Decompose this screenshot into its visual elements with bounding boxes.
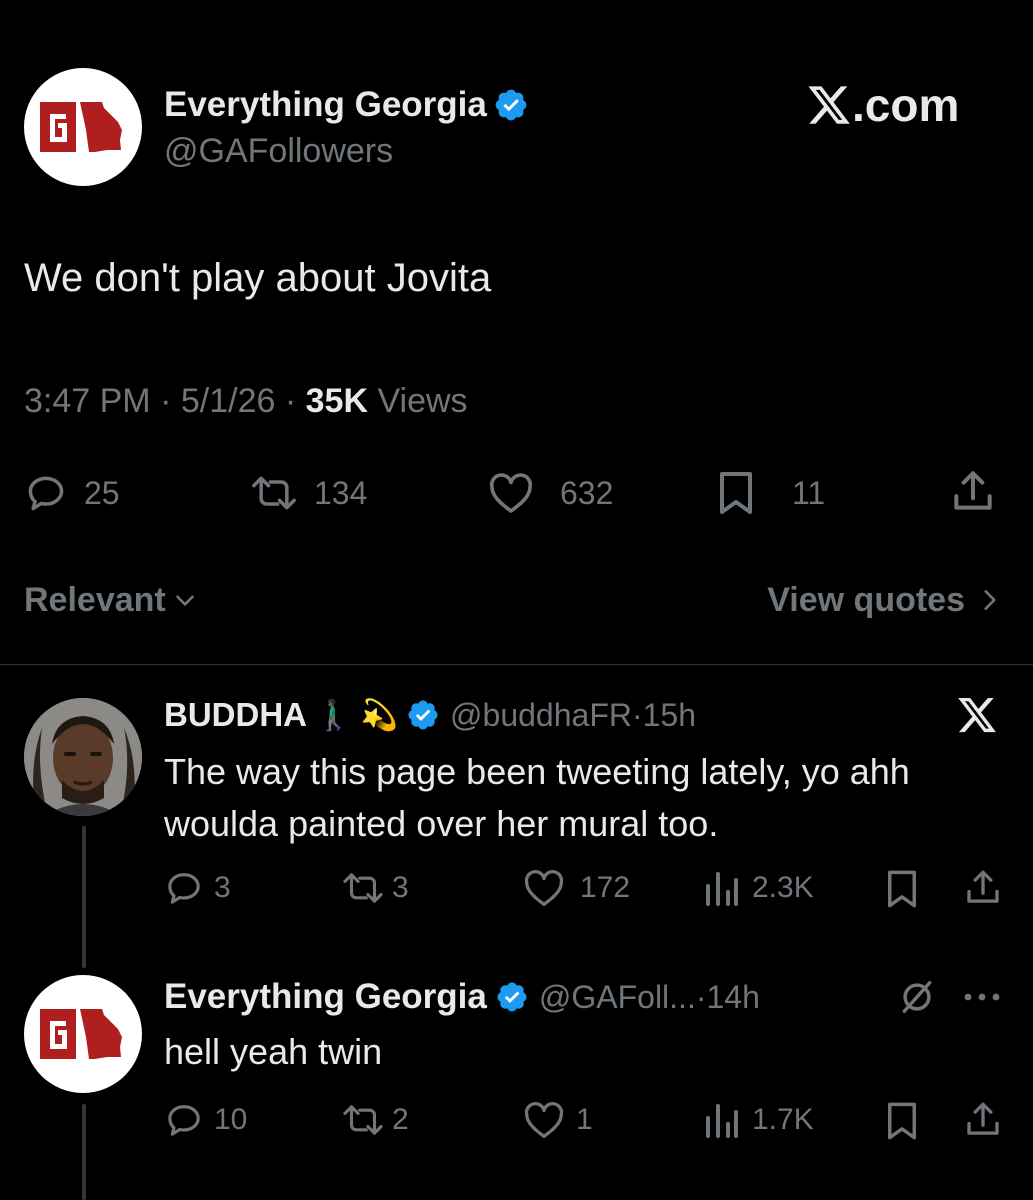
share-icon: [954, 471, 992, 510]
like-icon: [524, 1102, 564, 1138]
display-name[interactable]: BUDDHA: [164, 696, 307, 734]
profile-photo-icon: [24, 698, 142, 816]
separator: ·: [695, 978, 707, 1015]
georgia-logo-icon: [40, 1009, 122, 1059]
views-count: 2.3K: [752, 871, 814, 904]
like-icon: [524, 870, 564, 906]
reply-count: 10: [214, 1103, 248, 1136]
like-count: 632: [560, 474, 614, 511]
thread-line: [82, 826, 86, 968]
reply-handle[interactable]: @GAFoll...: [539, 979, 696, 1016]
repost-button[interactable]: 3: [340, 866, 409, 910]
divider: [0, 664, 1033, 665]
repost-count: 2: [392, 1103, 409, 1136]
share-button[interactable]: [948, 466, 998, 518]
georgia-logo-icon: [40, 102, 122, 152]
bookmark-icon[interactable]: [884, 868, 920, 910]
verified-badge-icon: [495, 89, 527, 121]
like-count: 172: [580, 871, 631, 904]
repost-button[interactable]: 134: [248, 468, 367, 518]
repost-button[interactable]: 2: [340, 1098, 409, 1142]
reply-avatar-everything-georgia[interactable]: [24, 975, 142, 1093]
view-quotes-link[interactable]: View quotes: [767, 578, 1001, 622]
reply1-header: BUDDHA 🚶🏿‍♂️ 💫 @buddhaFR · 15h: [164, 692, 696, 738]
author-handle[interactable]: @GAFollowers: [164, 132, 393, 171]
share-icon[interactable]: [962, 866, 1004, 910]
avatar[interactable]: [24, 68, 142, 186]
views-label: Views: [377, 382, 468, 420]
like-button[interactable]: 172: [522, 866, 630, 910]
more-icon[interactable]: [962, 991, 1002, 1003]
display-name[interactable]: Everything Georgia: [164, 85, 487, 125]
reply-count: 25: [84, 474, 120, 511]
chevron-right-icon: [984, 590, 996, 610]
like-button[interactable]: 632: [486, 468, 613, 518]
views-icon: [706, 872, 738, 906]
chevron-down-icon: [175, 595, 194, 606]
reply-time[interactable]: 14h: [706, 979, 759, 1016]
reply-time[interactable]: 15h: [643, 697, 696, 734]
reply-handle[interactable]: @buddhaFR: [450, 697, 632, 734]
separator: ·: [284, 382, 306, 420]
repost-icon: [343, 873, 383, 903]
reply2-header: Everything Georgia @GAFoll... · 14h: [164, 974, 760, 1020]
brand-text: .com: [852, 79, 960, 131]
name-emojis: 🚶🏿‍♂️ 💫: [315, 698, 399, 732]
post-text: We don't play about Jovita: [24, 256, 492, 300]
views-icon: [706, 1104, 738, 1138]
reply1-text: The way this page been tweeting lately, …: [164, 746, 910, 850]
like-icon: [489, 473, 533, 513]
author-name-row[interactable]: Everything Georgia: [164, 82, 529, 128]
repost-icon: [343, 1105, 383, 1135]
bookmark-icon: [720, 472, 752, 514]
x-logo-icon[interactable]: [956, 694, 998, 736]
view-quotes-label: View quotes: [767, 580, 965, 619]
grok-icon[interactable]: [898, 978, 936, 1016]
bookmark-count: 11: [792, 474, 826, 511]
reply-avatar-buddha[interactable]: [24, 698, 142, 816]
repost-icon: [252, 476, 296, 510]
post-time[interactable]: 3:47 PM: [24, 382, 151, 420]
verified-badge-icon: [408, 700, 438, 730]
separator: ·: [160, 382, 181, 420]
separator: ·: [631, 696, 643, 733]
like-count: 1: [576, 1103, 593, 1136]
views-count: 1.7K: [752, 1103, 814, 1136]
verified-badge-icon: [497, 982, 527, 1012]
share-icon[interactable]: [962, 1098, 1004, 1142]
sort-dropdown[interactable]: Relevant: [24, 578, 198, 622]
thread-line: [82, 1104, 86, 1200]
reply-button[interactable]: 3: [164, 866, 231, 910]
reply-icon: [28, 476, 64, 511]
repost-count: 134: [314, 474, 368, 511]
display-name[interactable]: Everything Georgia: [164, 977, 487, 1017]
x-logo-icon: [808, 86, 850, 124]
bookmark-icon[interactable]: [884, 1100, 920, 1142]
post-date[interactable]: 5/1/26: [181, 382, 276, 420]
sort-label: Relevant: [24, 580, 166, 619]
reply-icon: [168, 873, 200, 904]
reply-button[interactable]: 10: [164, 1098, 247, 1142]
reply-text-line: The way this page been tweeting lately, …: [164, 751, 910, 792]
reply-text-line: woulda painted over her mural too.: [164, 803, 719, 844]
reply-icon: [168, 1105, 200, 1136]
views-count[interactable]: 35K: [306, 382, 368, 420]
reply2-text: hell yeah twin: [164, 1031, 383, 1072]
post-meta: 3:47 PM · 5/1/26 · 35K Views: [24, 382, 468, 421]
reply-button[interactable]: 25: [24, 468, 120, 518]
views-button[interactable]: 2.3K: [704, 866, 814, 910]
views-button[interactable]: 1.7K: [704, 1098, 814, 1142]
bookmark-button[interactable]: 11: [716, 468, 825, 518]
x-com-brand: .com: [806, 78, 959, 132]
like-button[interactable]: 1: [522, 1098, 593, 1142]
repost-count: 3: [392, 871, 409, 904]
reply-count: 3: [214, 871, 231, 904]
